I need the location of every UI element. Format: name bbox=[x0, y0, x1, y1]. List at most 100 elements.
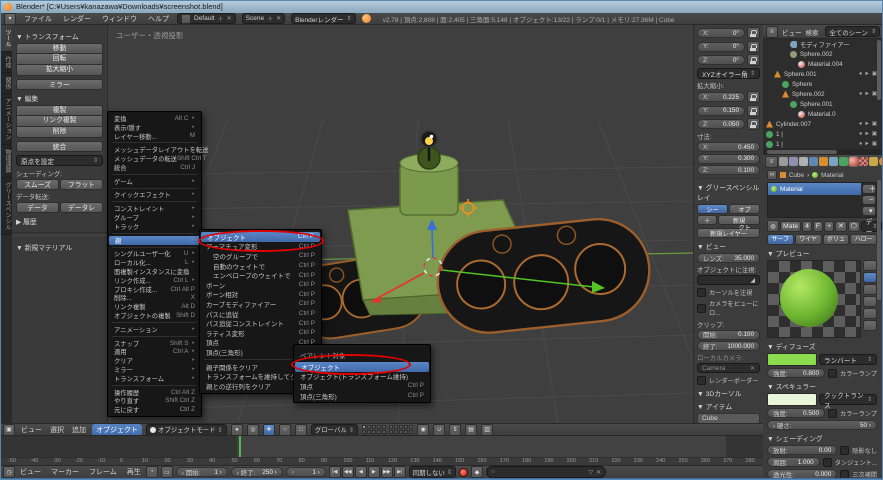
menu-item[interactable]: オブジェクトCtrl P bbox=[201, 232, 320, 242]
render-tab-icon[interactable] bbox=[779, 157, 788, 166]
restrict-select-icon[interactable]: ► bbox=[864, 141, 869, 147]
restrict-render-icon[interactable]: ▣ bbox=[872, 131, 877, 137]
preview-sky-button[interactable] bbox=[863, 320, 877, 331]
tool-button[interactable]: 削除 bbox=[16, 127, 103, 138]
restrict-select-icon[interactable]: ► bbox=[864, 131, 869, 137]
history-panel-header[interactable]: ▶ 履歴 bbox=[16, 216, 103, 226]
manipulator-rotate-icon[interactable]: ○ bbox=[279, 424, 291, 436]
next-keyframe-icon[interactable]: ▶▶ bbox=[381, 466, 393, 478]
close-layout-icon[interactable]: ✕ bbox=[227, 15, 232, 22]
outliner-scrollbar[interactable] bbox=[877, 40, 881, 100]
keying-set-icon[interactable]: ◆ bbox=[471, 466, 483, 478]
lock-to-scene-icon[interactable]: ◉ bbox=[417, 424, 429, 436]
menu-item[interactable]: ゲーム‣ bbox=[108, 177, 201, 186]
gp-add-icon[interactable]: ＋ bbox=[697, 215, 717, 225]
clear-icon[interactable]: ✕ bbox=[750, 365, 755, 372]
tool-shelf-tab[interactable]: 作成 bbox=[0, 52, 12, 73]
manipulator-translate-icon[interactable]: ✚ bbox=[263, 424, 275, 436]
edit-panel-header[interactable]: ▼ 編集 bbox=[16, 93, 103, 103]
menu-item[interactable]: パスに追従Ctrl P bbox=[200, 309, 321, 319]
outliner-scope-dropdown[interactable]: 全てのシーン⇕ bbox=[825, 26, 880, 37]
item-name-field[interactable]: Cube bbox=[697, 413, 760, 424]
menu-item[interactable]: スナップShift S‣ bbox=[108, 339, 201, 348]
play-reverse-icon[interactable]: ◀ bbox=[355, 466, 367, 478]
menu-item[interactable]: クイックエフェクト‣ bbox=[108, 191, 201, 200]
preview-monkey-button[interactable] bbox=[863, 296, 877, 307]
add-slot-button[interactable]: ＋ bbox=[862, 184, 876, 194]
preview-sphere-button[interactable] bbox=[863, 272, 877, 283]
outliner-row[interactable]: Sphere bbox=[763, 79, 883, 89]
timeline-track[interactable] bbox=[0, 435, 763, 458]
object-tab-icon[interactable] bbox=[819, 157, 828, 166]
data-tab-icon[interactable] bbox=[839, 157, 848, 166]
transform-orientation-dropdown[interactable]: グローバル⇕ bbox=[311, 424, 358, 436]
timeline-current-frame-line[interactable] bbox=[239, 436, 241, 458]
mode-dropdown[interactable]: オブジェクトモード⇕ bbox=[146, 424, 227, 436]
outliner-row[interactable]: モディファイアー bbox=[763, 39, 883, 49]
material-type-button[interactable]: サーフェ bbox=[767, 234, 794, 245]
clip-end-field[interactable]: 終了:1000.000 bbox=[697, 341, 760, 351]
eye-icon[interactable]: ● bbox=[859, 121, 862, 127]
frame-lock-icon[interactable]: ▭ bbox=[161, 466, 173, 478]
viewport-shading-icon[interactable]: ● bbox=[231, 424, 243, 436]
restrict-select-icon[interactable]: ► bbox=[864, 121, 869, 127]
restrict-select-icon[interactable]: ► bbox=[864, 71, 869, 77]
mirror-button[interactable]: ミラー bbox=[16, 79, 103, 90]
menu-item[interactable]: エンベロープのウェイトでCtrl P bbox=[200, 270, 321, 280]
use-nodes-button[interactable]: ⬡ bbox=[848, 221, 860, 232]
render-border-checkbox[interactable] bbox=[697, 376, 706, 385]
preview-cube-button[interactable] bbox=[863, 284, 877, 295]
shade-flat-button[interactable]: フラット bbox=[60, 179, 103, 190]
pivot-point-icon[interactable]: ◎ bbox=[247, 424, 259, 436]
menu-item[interactable]: 削除...X bbox=[108, 294, 201, 303]
menu-2[interactable]: ウィンドウ bbox=[100, 14, 139, 24]
cursor-panel-header[interactable]: ▼ 3Dカーソル bbox=[697, 388, 760, 398]
modifiers-tab-icon[interactable] bbox=[829, 157, 838, 166]
close-scene-icon[interactable]: ✕ bbox=[276, 15, 281, 22]
menu-0[interactable]: ファイル bbox=[22, 14, 54, 24]
tool-shelf-tab[interactable]: 関係 bbox=[0, 73, 12, 94]
diffuse-shader-dropdown[interactable]: ランバート⇕ bbox=[819, 354, 877, 365]
menu-item[interactable]: メッシュデータレイアウトを転送 bbox=[108, 145, 201, 154]
lock-icon[interactable] bbox=[747, 91, 760, 103]
viewport-menu-select[interactable]: 選択 bbox=[48, 425, 66, 435]
eye-icon[interactable]: ● bbox=[859, 71, 862, 77]
view-panel-header[interactable]: ▼ ビュー bbox=[697, 241, 760, 251]
clear-search-icon[interactable]: ✕ bbox=[596, 469, 601, 476]
menu-item[interactable]: アーマチュア変形Ctrl P bbox=[200, 242, 321, 252]
properties-editor-icon[interactable]: ≡ bbox=[765, 156, 778, 168]
outliner-row[interactable]: 1 |●►▣ bbox=[763, 129, 883, 139]
material-browse-icon[interactable]: ◍ bbox=[767, 220, 779, 232]
material-slot-row[interactable]: Material bbox=[768, 183, 861, 195]
frame-end-field[interactable]: ‹ 終了:250 › bbox=[231, 467, 283, 477]
tool-button[interactable]: 拡大縮小 bbox=[16, 65, 103, 76]
outliner-row[interactable]: Material.004 bbox=[763, 59, 883, 69]
viewport-menu-view[interactable]: ビュー bbox=[19, 425, 44, 435]
specular-intensity-slider[interactable]: 強度:0.500 bbox=[767, 408, 825, 418]
preview-panel-header[interactable]: ▼ プレビュー bbox=[767, 248, 877, 258]
number-field[interactable]: Z:0.050 bbox=[697, 119, 745, 129]
screen-layout-dropdown[interactable]: Default ＋ ✕ bbox=[177, 13, 236, 24]
menu-item[interactable]: 元に戻すCtrl Z bbox=[108, 405, 201, 414]
preview-flat-button[interactable] bbox=[863, 260, 877, 271]
record-icon[interactable] bbox=[459, 468, 468, 477]
ambient-field[interactable]: 周囲:1.000 bbox=[767, 457, 820, 467]
tool-shelf-tab[interactable]: アニメーション bbox=[0, 94, 12, 145]
menu-item[interactable]: プロキシ作成...Ctrl Alt P bbox=[108, 285, 201, 294]
fake-user-button[interactable]: F bbox=[813, 221, 823, 232]
operator-panel-header[interactable]: ▼ 新規マテリアル bbox=[16, 242, 103, 252]
local-camera-dropdown[interactable]: Camera✕ bbox=[697, 363, 760, 373]
layer-widget[interactable] bbox=[362, 425, 413, 434]
remove-slot-button[interactable]: − bbox=[862, 195, 876, 205]
lock-icon[interactable] bbox=[747, 27, 760, 39]
number-field[interactable]: X:0° bbox=[697, 28, 745, 38]
menu-item[interactable]: パス追従コンストレイントCtrl P bbox=[200, 318, 321, 328]
render-opengl-anim-icon[interactable]: ▥ bbox=[481, 424, 493, 436]
breadcrumb-material[interactable]: Material bbox=[821, 172, 843, 179]
play-icon[interactable]: ▶ bbox=[368, 466, 380, 478]
shading-panel-header[interactable]: ▼ シェーディング bbox=[767, 433, 877, 443]
lock-icon[interactable] bbox=[747, 54, 760, 66]
specular-ramp-checkbox[interactable] bbox=[828, 409, 837, 418]
menu-item[interactable]: ローカル化...L‣ bbox=[108, 258, 201, 267]
menu-item[interactable]: リンク複製Alt D bbox=[108, 302, 201, 311]
